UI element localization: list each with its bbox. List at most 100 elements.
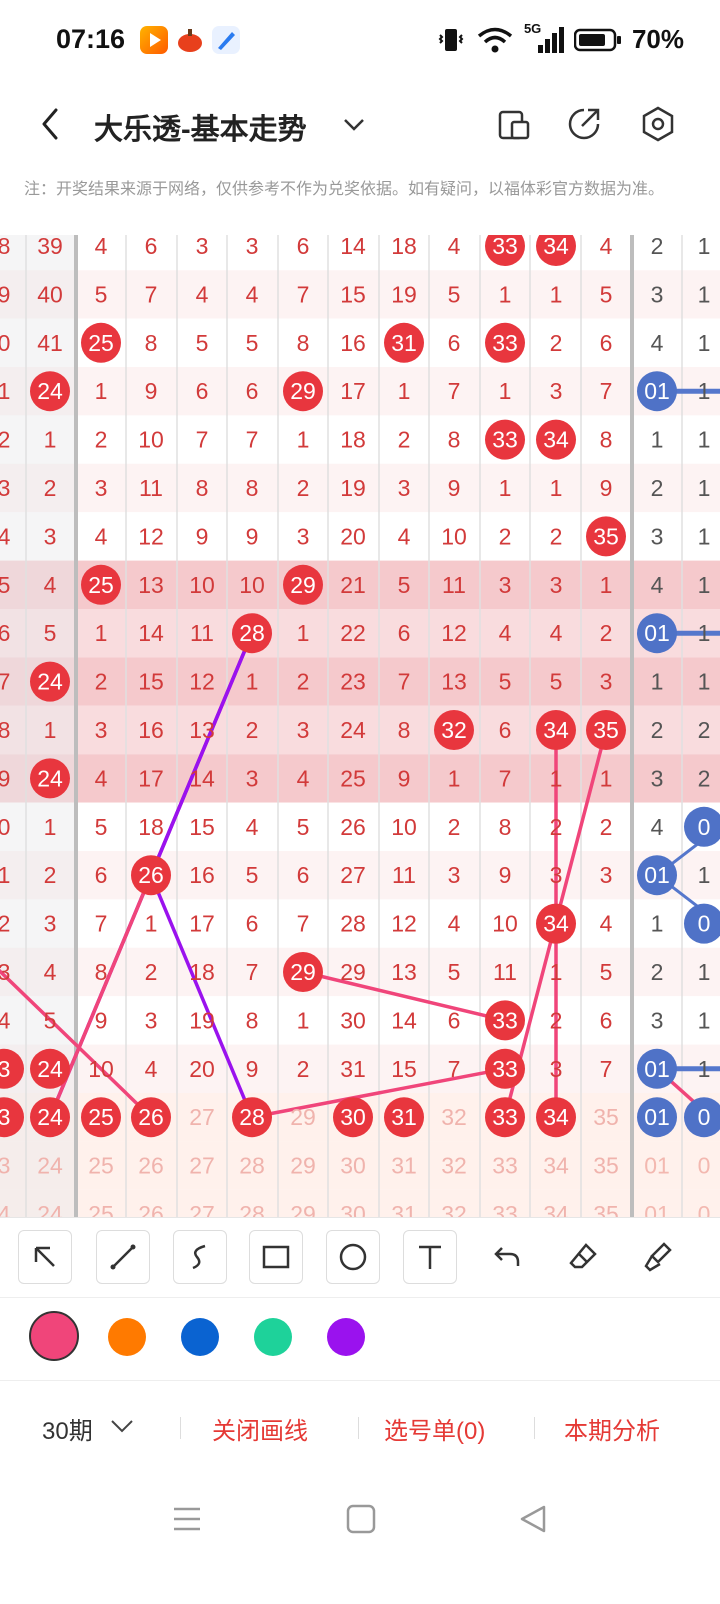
- grid-cell[interactable]: 12: [391, 911, 417, 937]
- grid-cell[interactable]: 4: [651, 330, 664, 356]
- grid-cell[interactable]: 1: [95, 620, 108, 646]
- grid-cell[interactable]: 3: [44, 523, 57, 549]
- grid-cell[interactable]: 5: [0, 572, 10, 598]
- home-icon[interactable]: [346, 1504, 376, 1534]
- grid-cell[interactable]: 2: [550, 1007, 563, 1033]
- grid-cell[interactable]: 1: [651, 427, 664, 453]
- device-switch-icon[interactable]: [494, 104, 534, 144]
- grid-cell[interactable]: 8: [196, 475, 209, 501]
- grid-cell[interactable]: 8: [600, 427, 613, 453]
- grid-cell[interactable]: 01: [644, 620, 670, 646]
- grid-cell[interactable]: 34: [543, 1201, 569, 1217]
- grid-cell[interactable]: 5: [398, 572, 411, 598]
- grid-cell[interactable]: 28: [239, 1153, 265, 1179]
- grid-cell[interactable]: 3: [44, 911, 57, 937]
- grid-cell[interactable]: 7: [448, 1056, 461, 1082]
- grid-cell[interactable]: 27: [340, 862, 366, 888]
- grid-cell[interactable]: 1: [698, 1007, 711, 1033]
- grid-cell[interactable]: 17: [138, 765, 164, 791]
- grid-cell[interactable]: 4: [499, 620, 512, 646]
- grid-cell[interactable]: 7: [499, 765, 512, 791]
- grid-cell[interactable]: 2: [651, 959, 664, 985]
- grid-cell[interactable]: 01: [644, 378, 670, 404]
- grid-cell[interactable]: 3: [448, 862, 461, 888]
- grid-cell[interactable]: 5: [448, 281, 461, 307]
- grid-cell[interactable]: 9: [499, 862, 512, 888]
- grid-cell[interactable]: 34: [543, 911, 569, 937]
- grid-cell[interactable]: 5: [600, 959, 613, 985]
- grid-cell[interactable]: 1: [499, 475, 512, 501]
- grid-cell[interactable]: 5: [297, 814, 310, 840]
- grid-cell[interactable]: 31: [391, 330, 417, 356]
- grid-cell[interactable]: 8: [95, 959, 108, 985]
- grid-cell[interactable]: 11: [139, 475, 163, 501]
- grid-cell[interactable]: 33: [492, 427, 518, 453]
- grid-cell[interactable]: 32: [441, 1153, 467, 1179]
- grid-cell[interactable]: 2: [600, 814, 613, 840]
- grid-cell[interactable]: 27: [189, 1201, 215, 1217]
- grid-cell[interactable]: 2: [448, 814, 461, 840]
- grid-cell[interactable]: 1: [44, 427, 57, 453]
- grid-cell[interactable]: 15: [138, 669, 164, 695]
- grid-cell[interactable]: 2: [550, 330, 563, 356]
- grid-cell[interactable]: 2: [297, 1056, 310, 1082]
- grid-cell[interactable]: 7: [297, 911, 310, 937]
- grid-cell[interactable]: 1: [398, 378, 411, 404]
- grid-cell[interactable]: 15: [340, 281, 366, 307]
- grid-cell[interactable]: 18: [391, 235, 417, 259]
- color-swatch-pink[interactable]: [29, 1311, 79, 1361]
- grid-cell[interactable]: 3: [651, 1007, 664, 1033]
- grid-cell[interactable]: 3: [0, 1104, 10, 1130]
- select-tool-button[interactable]: [18, 1230, 72, 1284]
- grid-cell[interactable]: 1: [499, 281, 512, 307]
- back-arrow-icon[interactable]: [36, 104, 66, 144]
- grid-cell[interactable]: 8: [246, 1007, 259, 1033]
- grid-cell[interactable]: 1: [698, 475, 711, 501]
- grid-cell[interactable]: 7: [448, 378, 461, 404]
- grid-cell[interactable]: 1: [246, 669, 259, 695]
- grid-cell[interactable]: 3: [95, 475, 108, 501]
- grid-cell[interactable]: 31: [391, 1153, 417, 1179]
- grid-cell[interactable]: 6: [448, 1007, 461, 1033]
- grid-cell[interactable]: 5: [499, 669, 512, 695]
- grid-cell[interactable]: 10: [239, 572, 265, 598]
- grid-cell[interactable]: 8: [398, 717, 411, 743]
- grid-cell[interactable]: 8: [448, 427, 461, 453]
- period-selector[interactable]: 30期: [42, 1411, 93, 1446]
- grid-cell[interactable]: 3: [550, 572, 563, 598]
- grid-cell[interactable]: 8: [0, 717, 10, 743]
- grid-cell[interactable]: 4: [600, 911, 613, 937]
- grid-cell[interactable]: 31: [391, 1104, 417, 1130]
- grid-cell[interactable]: 3: [651, 281, 664, 307]
- grid-cell[interactable]: 4: [550, 620, 563, 646]
- grid-cell[interactable]: 21: [340, 572, 366, 598]
- selection-list-button[interactable]: 选号单(0): [384, 1411, 485, 1446]
- grid-cell[interactable]: 2: [651, 717, 664, 743]
- eraser-button[interactable]: [556, 1230, 610, 1284]
- grid-cell[interactable]: 1: [600, 765, 613, 791]
- grid-cell[interactable]: 0: [0, 330, 10, 356]
- grid-cell[interactable]: 35: [593, 523, 619, 549]
- grid-cell[interactable]: 4: [196, 281, 209, 307]
- grid-cell[interactable]: 9: [448, 475, 461, 501]
- chevron-down-icon[interactable]: [110, 1417, 134, 1437]
- grid-cell[interactable]: 33: [492, 1056, 518, 1082]
- grid-cell[interactable]: 2: [95, 669, 108, 695]
- grid-cell[interactable]: 25: [88, 1104, 114, 1130]
- grid-cell[interactable]: 4: [600, 235, 613, 259]
- grid-cell[interactable]: 16: [138, 717, 164, 743]
- grid-cell[interactable]: 5: [44, 620, 57, 646]
- grid-cell[interactable]: 3: [398, 475, 411, 501]
- grid-cell[interactable]: 18: [340, 427, 366, 453]
- grid-cell[interactable]: 0: [698, 1201, 711, 1217]
- grid-cell[interactable]: 1: [550, 281, 563, 307]
- grid-cell[interactable]: 35: [593, 1104, 619, 1130]
- grid-cell[interactable]: 2: [398, 427, 411, 453]
- grid-cell[interactable]: 14: [340, 235, 366, 259]
- grid-cell[interactable]: 8: [499, 814, 512, 840]
- grid-cell[interactable]: 17: [340, 378, 366, 404]
- grid-cell[interactable]: 3: [0, 959, 10, 985]
- grid-cell[interactable]: 2: [95, 427, 108, 453]
- grid-cell[interactable]: 6: [297, 862, 310, 888]
- grid-cell[interactable]: 27: [189, 1153, 215, 1179]
